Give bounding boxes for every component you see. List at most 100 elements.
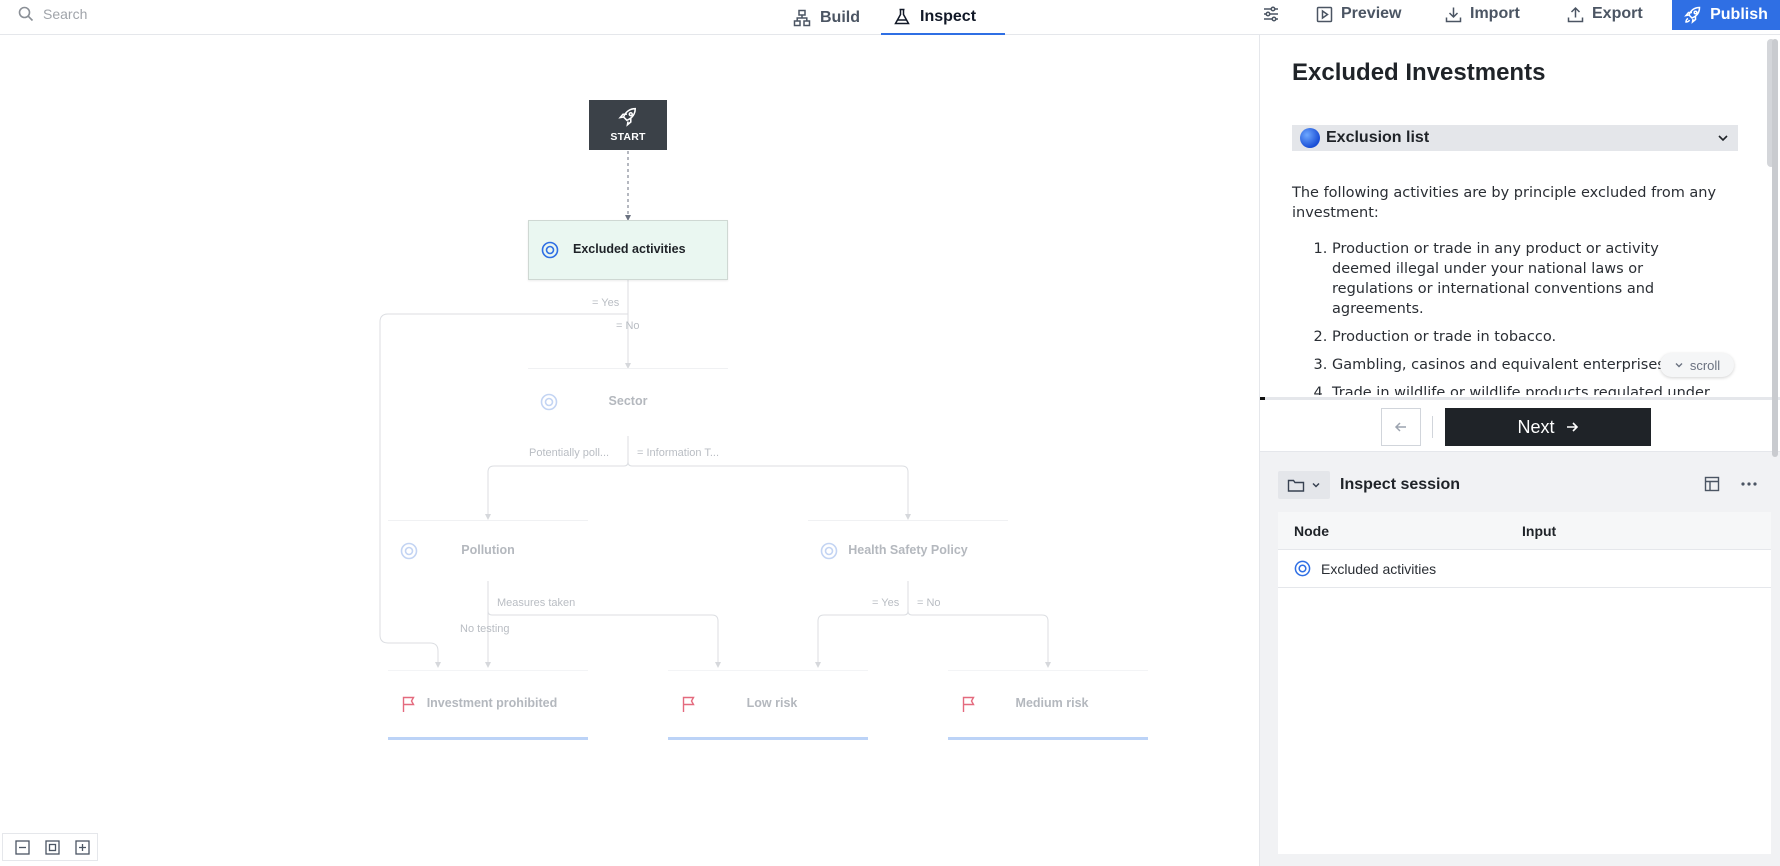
edge-label-information: = Information T... <box>637 447 720 459</box>
preview-button[interactable]: Preview <box>1316 0 1401 28</box>
outcome-medium-risk[interactable]: Medium risk <box>948 670 1148 740</box>
node-label: Medium risk <box>1015 696 1089 711</box>
scroll-hint-button[interactable]: scroll <box>1660 353 1734 377</box>
flag-icon <box>402 696 415 712</box>
flow-edges <box>379 151 1051 668</box>
sitemap-icon <box>793 9 811 26</box>
document-pane: Excluded Investments Exclusion list The … <box>1260 35 1780 400</box>
zoom-controls <box>2 833 98 861</box>
node-label: Sector <box>608 393 648 408</box>
node-excluded-activities[interactable]: Excluded activities <box>528 220 728 280</box>
publish-button[interactable]: Publish <box>1672 0 1780 30</box>
back-button[interactable] <box>1381 408 1421 446</box>
preview-label: Preview <box>1341 5 1402 22</box>
edge-label-yes: = Yes <box>592 297 620 309</box>
document-scroll-area[interactable]: Excluded Investments Exclusion list The … <box>1260 35 1780 395</box>
edge-label-no: = No <box>616 320 640 332</box>
next-label: Next <box>1517 416 1555 437</box>
scroll-hint-label: scroll <box>1689 357 1721 373</box>
table-header: Node Input <box>1278 512 1771 550</box>
exclusion-list-label: Exclusion list <box>1326 129 1430 146</box>
node-pollution[interactable]: Pollution <box>388 520 588 580</box>
fit-icon <box>44 839 60 855</box>
outcome-low-risk[interactable]: Low risk <box>668 670 868 740</box>
start-label: START <box>610 131 646 143</box>
search-icon <box>18 6 34 22</box>
list-item: Production or trade in any product or ac… <box>1332 239 1722 319</box>
outcome-investment-prohibited[interactable]: Investment prohibited <box>388 670 588 740</box>
rocket-icon <box>1684 6 1701 24</box>
target-icon <box>400 542 418 559</box>
layout-icon[interactable] <box>1704 476 1720 492</box>
edge-label-no-testing: No testing <box>460 623 510 635</box>
column-header-node: Node <box>1294 522 1329 539</box>
node-label: Low risk <box>746 696 798 711</box>
chevron-down-icon <box>1675 363 1683 368</box>
node-label: Pollution <box>461 542 515 557</box>
exclusion-list-dropdown[interactable]: Exclusion list <box>1292 125 1738 151</box>
next-button[interactable]: Next <box>1445 408 1651 446</box>
inspect-panel: Excluded Investments Exclusion list The … <box>1259 35 1780 866</box>
divider <box>1432 416 1433 438</box>
search-box[interactable] <box>18 0 243 28</box>
session-menu-button[interactable] <box>1278 471 1330 499</box>
edge-label-measures-taken: Measures taken <box>497 597 576 609</box>
column-header-input: Input <box>1522 522 1557 539</box>
import-label: Import <box>1470 5 1520 22</box>
tab-build-label: Build <box>820 8 860 26</box>
navigation-row: Next <box>1260 400 1780 452</box>
publish-label: Publish <box>1710 6 1768 23</box>
tab-build[interactable]: Build <box>781 0 872 35</box>
folder-icon <box>1287 479 1305 492</box>
search-input[interactable] <box>43 6 243 22</box>
fit-view-button[interactable] <box>38 834 66 860</box>
flag-icon <box>682 696 695 712</box>
tab-inspect[interactable]: Inspect <box>881 0 1005 35</box>
zoom-out-button[interactable] <box>8 834 36 860</box>
session-table: Node Input Excluded activities <box>1278 512 1771 854</box>
more-icon[interactable] <box>1740 476 1758 492</box>
session-header: Inspect session <box>1260 465 1780 505</box>
target-icon <box>540 393 558 410</box>
export-button[interactable]: Export <box>1567 0 1643 28</box>
cell-node-label: Excluded activities <box>1321 560 1437 577</box>
minus-square-icon <box>14 839 30 855</box>
node-label: Health Safety Policy <box>848 542 968 557</box>
settings-button[interactable] <box>1262 0 1280 28</box>
target-icon <box>820 542 838 559</box>
target-icon <box>541 241 559 259</box>
chevron-down-icon <box>1718 135 1728 142</box>
import-button[interactable]: Import <box>1445 0 1520 28</box>
list-item: Production or trade in tobacco. <box>1332 327 1722 347</box>
list-item: Trade in wildlife or wildlife products r… <box>1332 383 1722 395</box>
top-bar: Build Inspect Preview Import Export <box>0 0 1780 35</box>
start-node[interactable]: START <box>589 100 667 150</box>
flag-icon <box>962 696 975 712</box>
zoom-in-button[interactable] <box>68 834 96 860</box>
edge-label-potentially-polluting: Potentially poll... <box>529 447 610 459</box>
node-label: Investment prohibited <box>426 696 558 711</box>
arrow-right-icon <box>1566 422 1578 432</box>
document-body: The following activities are by principl… <box>1292 183 1722 395</box>
edge-label-no: = No <box>917 597 941 609</box>
node-label: Excluded activities <box>573 242 686 257</box>
chevron-down-icon <box>1312 482 1320 488</box>
upload-icon <box>1567 6 1584 22</box>
cell-node: Excluded activities <box>1278 560 1522 577</box>
session-title: Inspect session <box>1340 476 1461 493</box>
tab-inspect-label: Inspect <box>920 7 977 25</box>
panel-scrollbar[interactable] <box>1772 39 1778 457</box>
exclusion-items: Production or trade in any product or ac… <box>1292 239 1722 395</box>
play-square-icon <box>1316 6 1333 22</box>
arrow-left-icon <box>1394 422 1406 432</box>
flow-canvas[interactable]: START Excluded activities Sector Polluti… <box>0 35 1259 866</box>
export-label: Export <box>1592 5 1643 22</box>
download-icon <box>1445 7 1462 22</box>
node-sector[interactable]: Sector <box>528 368 728 434</box>
flask-icon <box>894 8 910 24</box>
sliders-icon <box>1264 6 1278 22</box>
node-health-safety-policy[interactable]: Health Safety Policy <box>808 520 1008 580</box>
table-row[interactable]: Excluded activities <box>1278 550 1771 588</box>
document-title: Excluded Investments <box>1292 59 1546 86</box>
edge-label-yes: = Yes <box>872 597 900 609</box>
